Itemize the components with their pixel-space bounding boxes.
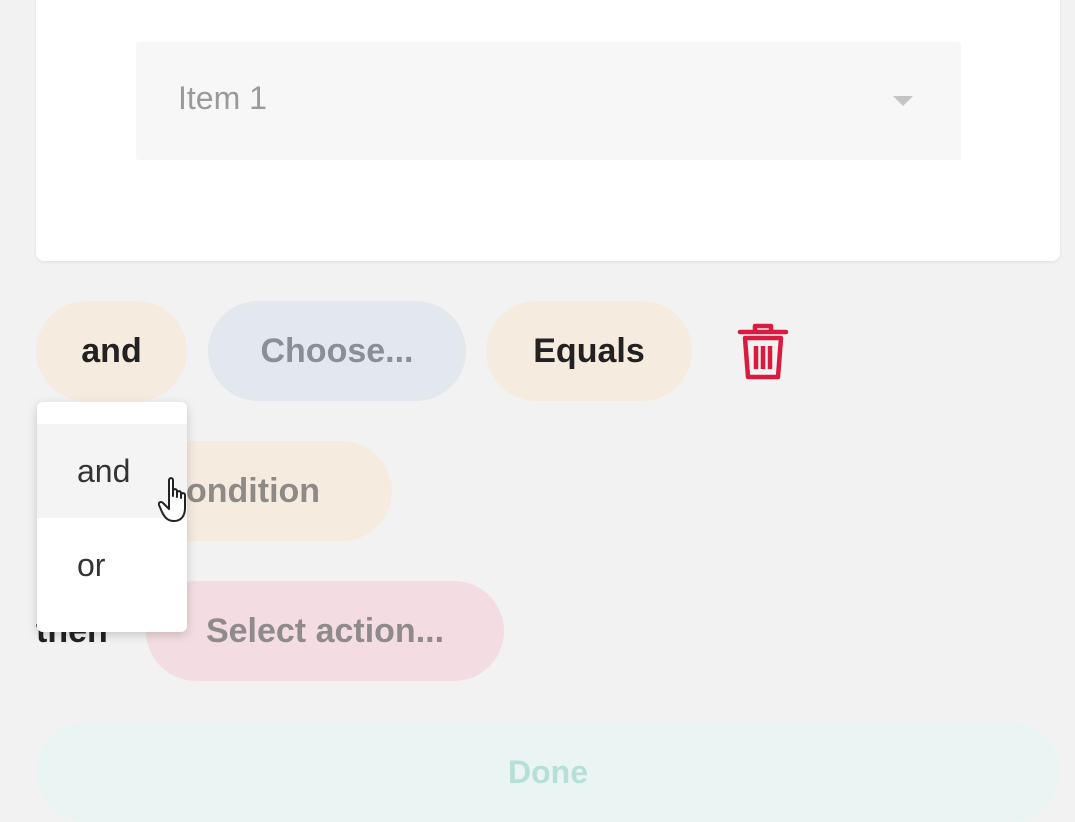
item-select[interactable]: Item 1 <box>136 42 961 160</box>
operator-pill[interactable]: and <box>36 301 187 401</box>
hand-pointer-icon <box>158 477 186 522</box>
field-select-pill[interactable]: Choose... <box>208 301 466 401</box>
caret-down-icon <box>893 96 913 106</box>
trash-icon[interactable] <box>736 322 790 380</box>
action-select-pill[interactable]: Select action... <box>146 581 504 681</box>
item-select-value: Item 1 <box>178 80 267 116</box>
done-button[interactable]: Done <box>36 722 1060 822</box>
item-card: Item 1 <box>36 0 1060 261</box>
dropdown-option-or[interactable]: or <box>37 518 187 612</box>
comparison-pill[interactable]: Equals <box>486 301 692 401</box>
